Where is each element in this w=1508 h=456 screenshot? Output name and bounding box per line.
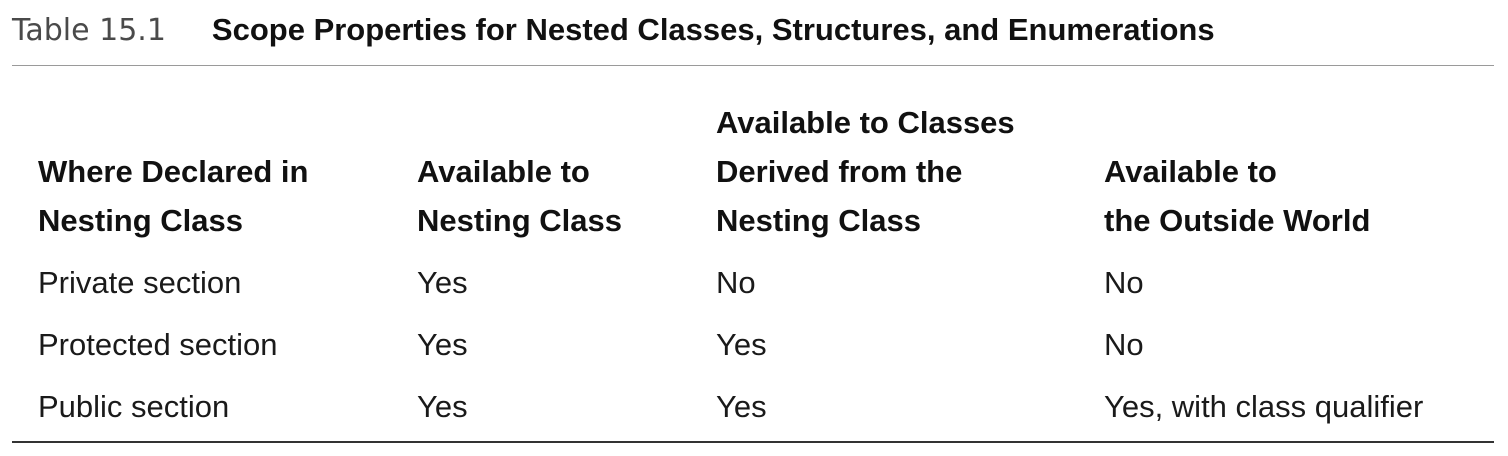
header-line: Available to — [417, 154, 590, 189]
header-line: Available to — [1104, 154, 1277, 189]
table-caption: Table 15.1 Scope Properties for Nested C… — [12, 8, 1215, 52]
column-header-derived-classes: Available to Classes Derived from the Ne… — [716, 98, 1015, 245]
table-cell: Yes — [716, 327, 767, 362]
table-cell: Public section — [38, 389, 230, 424]
header-line: Nesting Class — [716, 203, 922, 238]
header-line: Nesting Class — [417, 203, 623, 238]
table-cell: No — [1104, 327, 1144, 362]
header-line: the Outside World — [1104, 203, 1371, 238]
table-cell: Yes — [417, 389, 468, 424]
header-line: Derived from the — [716, 154, 963, 189]
table-cell: No — [716, 265, 756, 300]
header-line: Available to Classes — [716, 105, 1015, 140]
column-header-nesting-class: Available to Nesting Class — [417, 147, 622, 245]
table-cell: Yes — [716, 389, 767, 424]
header-line: Where Declared in — [38, 154, 309, 189]
bottom-rule — [12, 441, 1494, 443]
table-cell: Private section — [38, 265, 242, 300]
table-cell: Yes — [417, 265, 468, 300]
column-header-where-declared: Where Declared in Nesting Class — [38, 147, 308, 245]
table-cell: Protected section — [38, 327, 278, 362]
top-rule — [12, 65, 1494, 66]
table-cell: No — [1104, 265, 1144, 300]
table-number: Table 15.1 — [12, 12, 166, 48]
header-line: Nesting Class — [38, 203, 244, 238]
table-cell: Yes, with class qualifier — [1104, 389, 1424, 424]
table-cell: Yes — [417, 327, 468, 362]
column-header-outside-world: Available to the Outside World — [1104, 147, 1370, 245]
table-title: Scope Properties for Nested Classes, Str… — [211, 12, 1215, 47]
